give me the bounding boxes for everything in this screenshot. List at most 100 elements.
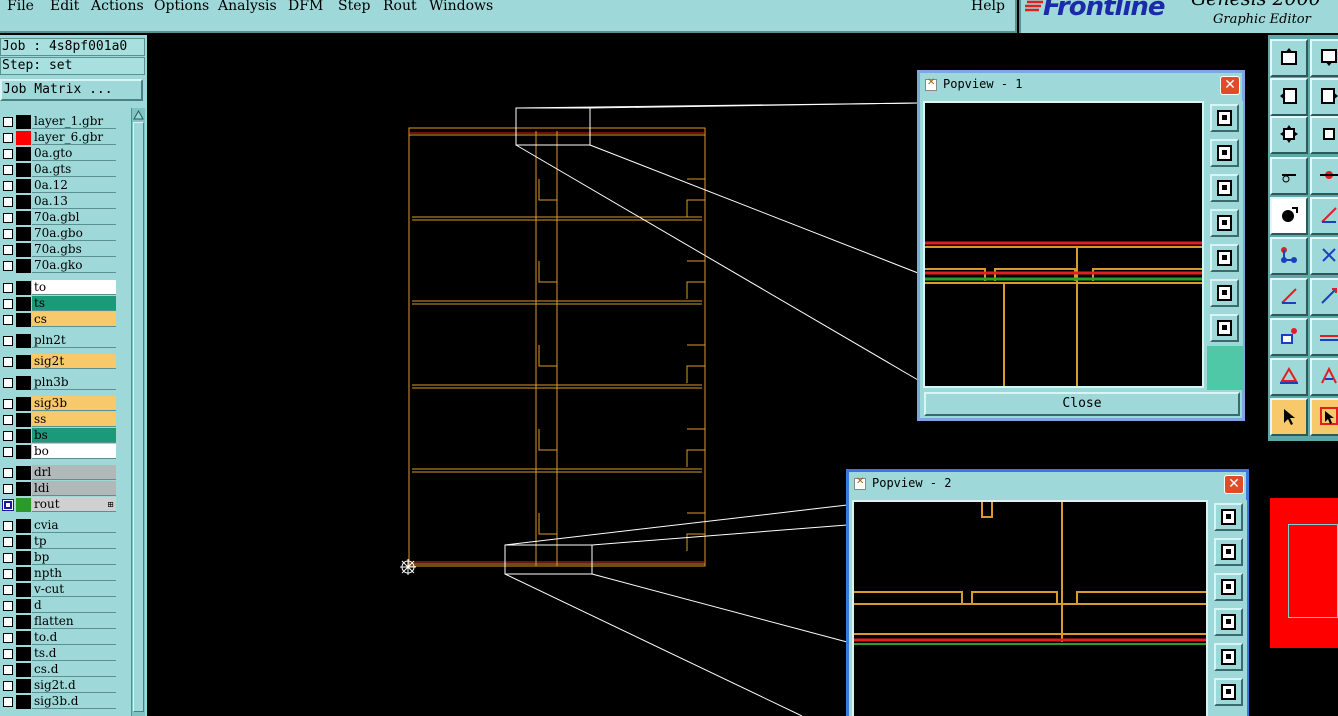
layer-color-swatch[interactable] [16,498,31,512]
layer-name[interactable]: pln3b [32,375,116,390]
layer-name[interactable]: tp [32,534,116,549]
layer-checkbox[interactable] [3,697,13,707]
layer-row[interactable]: 0a.12 [0,178,117,193]
layer-color-swatch[interactable] [16,583,31,597]
layer-color-swatch[interactable] [16,647,31,661]
layer-checkbox[interactable] [3,181,13,191]
zoom-fit-icon[interactable] [1210,104,1239,132]
layer-checkbox[interactable] [3,484,13,494]
layer-checkbox[interactable] [3,165,13,175]
layer-checkbox[interactable] [3,585,13,595]
layer-checkbox[interactable] [3,601,13,611]
arrow-line-icon[interactable] [1310,278,1338,316]
popview-1-window[interactable]: Popview - 1 ✕ Close [917,70,1245,421]
layer-name[interactable]: sig2t.d [32,678,116,693]
layer-checkbox[interactable] [3,521,13,531]
layer-color-swatch[interactable] [16,334,31,348]
layer-checkbox[interactable] [3,681,13,691]
layer-checkbox[interactable] [3,500,13,510]
layer-color-swatch[interactable] [16,115,31,129]
pan-down-icon[interactable] [1214,573,1243,601]
layer-color-swatch[interactable] [16,376,31,390]
layer-checkbox[interactable] [3,378,13,388]
layer-name[interactable]: sig3b [32,396,116,411]
layer-checkbox[interactable] [3,213,13,223]
layer-checkbox[interactable] [3,245,13,255]
layer-color-swatch[interactable] [16,313,31,327]
layer-color-swatch[interactable] [16,131,31,145]
layer-checkbox[interactable] [3,617,13,627]
layer-row[interactable]: to.d [0,630,117,645]
layer-row[interactable]: npth [0,566,117,581]
popview-2-titlebar[interactable]: Popview - 2 ✕ [849,472,1246,496]
layer-name[interactable]: 0a.12 [32,178,116,193]
layer-row[interactable]: v-cut [0,582,117,597]
menu-options[interactable]: Options [154,0,209,15]
layer-row[interactable]: pln2t [0,333,117,348]
pan-right-icon[interactable] [1310,78,1338,116]
layer-row[interactable]: rout ⊞ [0,497,117,512]
layer-name[interactable]: flatten [32,614,116,629]
layer-row[interactable]: 70a.gbs [0,242,117,257]
layer-color-swatch[interactable] [16,615,31,629]
menu-rout[interactable]: Rout [383,0,417,15]
layer-color-swatch[interactable] [16,163,31,177]
layer-row[interactable]: layer_1.gbr [0,114,117,129]
layer-row[interactable]: cs.d [0,662,117,677]
layer-color-swatch[interactable] [16,413,31,427]
layer-name[interactable]: bo [32,444,116,459]
menu-help[interactable]: Help [971,0,1005,15]
layer-row[interactable]: sig2t [0,354,117,369]
pan-up-icon[interactable] [1214,538,1243,566]
select-pointer-icon[interactable] [1270,398,1308,436]
popview-1-close-icon[interactable]: ✕ [1220,76,1240,95]
layer-name[interactable]: ts [32,296,116,311]
layer-name[interactable]: sig3b.d [32,694,116,709]
layer-row[interactable]: 70a.gko [0,258,117,273]
layer-checkbox[interactable] [3,569,13,579]
layer-color-swatch[interactable] [16,281,31,295]
popview-2-viewport[interactable] [852,500,1208,716]
arc-icon[interactable] [1310,358,1338,396]
layer-checkbox[interactable] [3,197,13,207]
layer-checkbox[interactable] [3,315,13,325]
menu-step[interactable]: Step [338,0,370,15]
layer-color-swatch[interactable] [16,445,31,459]
pan-down-icon[interactable] [1210,174,1239,202]
layer-name[interactable]: layer_6.gbr [32,130,116,145]
popview-1-close-button[interactable]: Close [924,392,1240,416]
layer-checkbox[interactable] [3,431,13,441]
layer-row[interactable]: cvia [0,518,117,533]
layer-name[interactable]: layer_1.gbr [32,114,116,129]
layer-row[interactable]: sig3b [0,396,117,411]
menu-edit[interactable]: Edit [50,0,79,15]
layer-name[interactable]: to.d [32,630,116,645]
layer-checkbox[interactable] [3,633,13,643]
layer-color-swatch[interactable] [16,567,31,581]
rotate-icon[interactable] [1310,197,1338,235]
menu-analysis[interactable]: Analysis [218,0,277,15]
layer-name[interactable]: sig2t [32,354,116,369]
layer-name[interactable]: bp [32,550,116,565]
popview-2-window[interactable]: Popview - 2 ✕ [846,469,1249,716]
layer-color-swatch[interactable] [16,259,31,273]
layer-name[interactable]: v-cut [32,582,116,597]
pad-shape-icon[interactable] [1270,318,1308,356]
layer-color-swatch[interactable] [16,631,31,645]
zoom-in-icon[interactable] [1214,678,1243,706]
pan-down-icon[interactable] [1310,39,1338,77]
layer-name[interactable]: 70a.gko [32,258,116,273]
zoom-fit-icon[interactable] [1270,116,1308,154]
connect-icon[interactable] [1270,237,1308,275]
popview-1-viewport[interactable] [923,101,1204,388]
layer-name[interactable]: ldi [32,481,116,496]
pad-icon[interactable] [1270,197,1308,235]
layer-name[interactable]: cs [32,312,116,327]
scroll-thumb[interactable] [133,122,144,712]
layer-checkbox[interactable] [3,357,13,367]
layer-name[interactable]: 0a.gto [32,146,116,161]
layer-color-swatch[interactable] [16,551,31,565]
layer-checkbox[interactable] [3,117,13,127]
layer-color-swatch[interactable] [16,147,31,161]
overview-minimap[interactable] [1268,441,1338,716]
